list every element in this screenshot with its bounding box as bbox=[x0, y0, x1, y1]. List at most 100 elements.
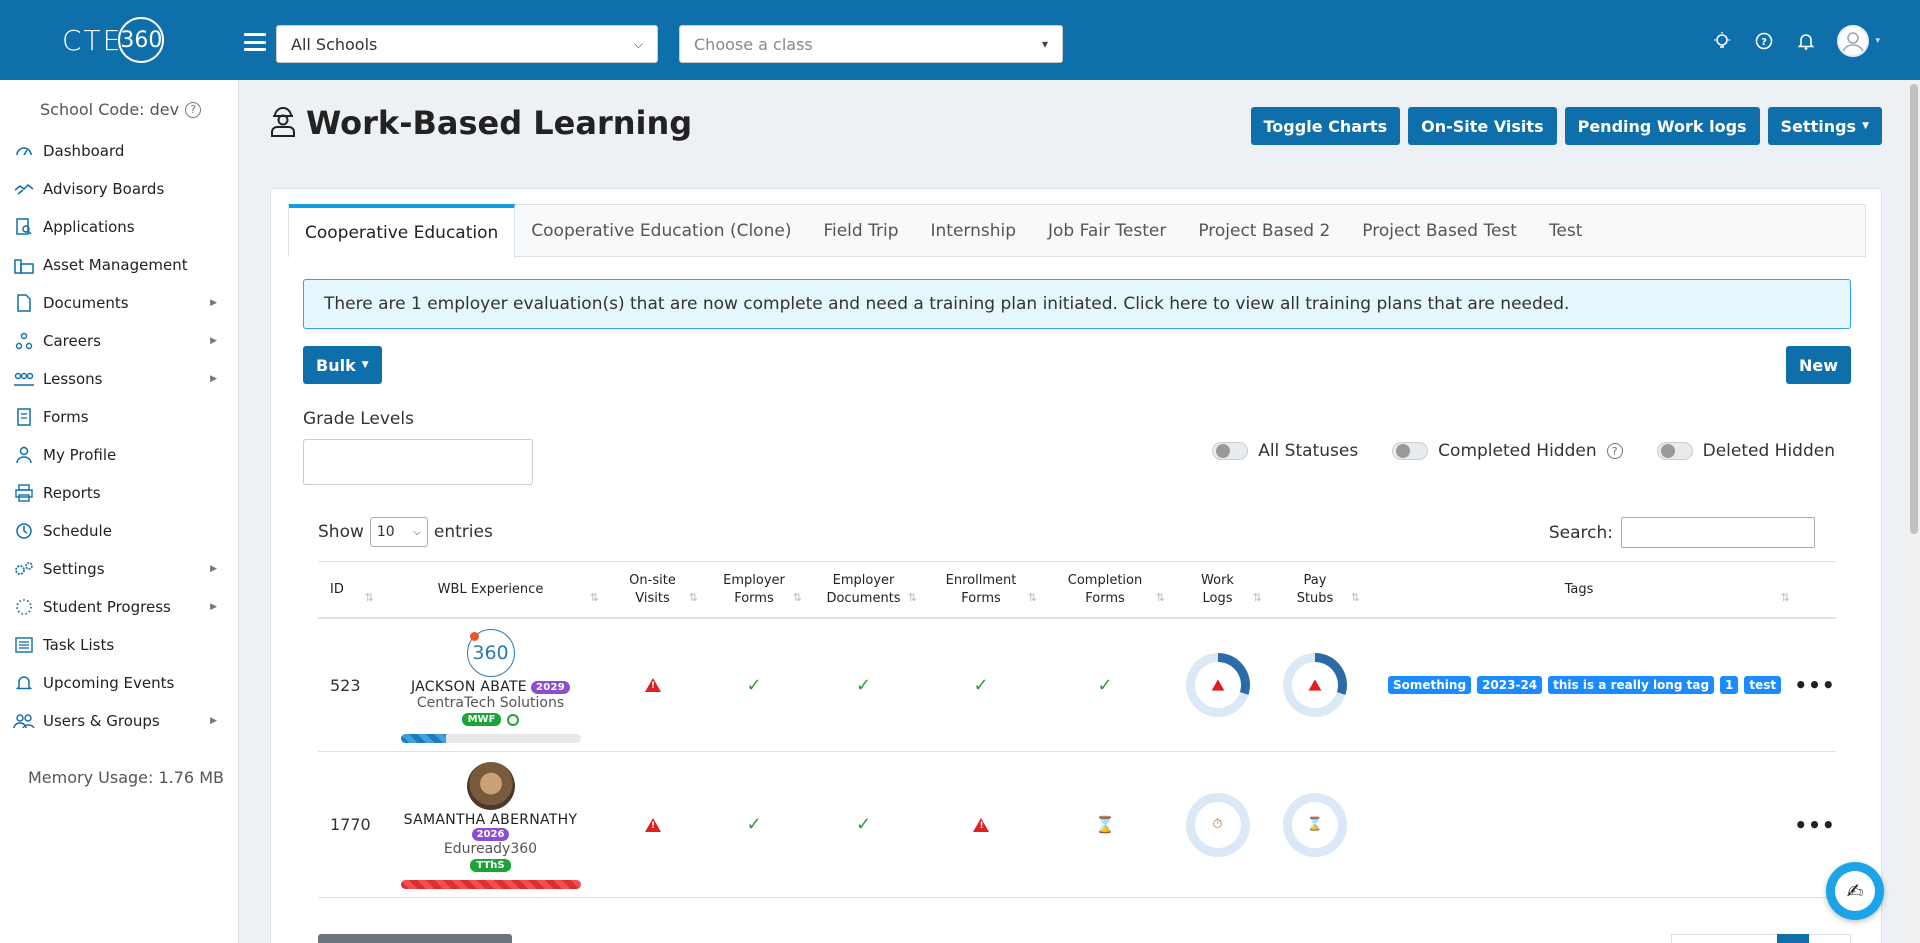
sort-icon: ⇅ bbox=[688, 591, 698, 604]
entries-select[interactable]: 10 ⌵ bbox=[369, 517, 428, 547]
company-name: Eduready360 bbox=[443, 841, 538, 857]
onsite-visits-cell[interactable]: ! bbox=[603, 752, 702, 897]
sidebar-item-lessons[interactable]: Lessons ▶ bbox=[0, 360, 239, 398]
tab-project-based-2[interactable]: Project Based 2 bbox=[1182, 205, 1346, 257]
bulk-dropdown-button[interactable]: Bulk ▼ bbox=[303, 346, 382, 384]
class-select[interactable]: Choose a class ▾ bbox=[679, 25, 1063, 63]
tab-field-trip[interactable]: Field Trip bbox=[807, 205, 914, 257]
sidebar-item-reports[interactable]: Reports bbox=[0, 474, 239, 512]
sidebar-item-settings[interactable]: Settings ▶ bbox=[0, 550, 239, 588]
sidebar-item-student-progress[interactable]: Student Progress ▶ bbox=[0, 588, 239, 626]
grade-levels-input[interactable] bbox=[303, 439, 533, 485]
sidebar-item-advisory-boards[interactable]: Advisory Boards bbox=[0, 170, 239, 208]
pending-work-logs-button[interactable]: Pending Work logs bbox=[1564, 107, 1760, 145]
settings-dropdown-button[interactable]: Settings ▼ bbox=[1767, 107, 1882, 145]
deleted-hidden-toggle[interactable]: Deleted Hidden bbox=[1656, 441, 1835, 461]
sidebar-item-asset-management[interactable]: Asset Management bbox=[0, 246, 239, 284]
sidebar-item-schedule[interactable]: Schedule bbox=[0, 512, 239, 550]
sidebar-item-upcoming-events[interactable]: Upcoming Events bbox=[0, 664, 239, 702]
employer-docs-cell[interactable]: ✓ bbox=[806, 752, 921, 897]
menu-toggle-icon[interactable] bbox=[244, 33, 266, 51]
col-employer-docs[interactable]: Employer Documents ⇅ bbox=[806, 562, 921, 617]
completion-forms-cell[interactable]: ✓ bbox=[1041, 619, 1169, 751]
help-icon[interactable]: ? bbox=[1606, 443, 1623, 459]
sidebar-item-documents[interactable]: Documents ▶ bbox=[0, 284, 239, 322]
lightbulb-icon[interactable] bbox=[1711, 30, 1733, 52]
progress-bar bbox=[400, 880, 581, 889]
toggle-charts-button[interactable]: Toggle Charts bbox=[1250, 107, 1401, 145]
tab-project-based-test[interactable]: Project Based Test bbox=[1346, 205, 1533, 257]
col-onsite[interactable]: On-site Visits ⇅ bbox=[603, 562, 702, 617]
col-work-logs[interactable]: Work Logs ⇅ bbox=[1169, 562, 1266, 617]
employer-forms-cell[interactable]: ✓ bbox=[702, 619, 806, 751]
sidebar-item-careers[interactable]: Careers ▶ bbox=[0, 322, 239, 360]
sidebar-item-dashboard[interactable]: Dashboard bbox=[0, 132, 239, 170]
pagination-active-page[interactable] bbox=[1777, 934, 1809, 943]
tag-badge[interactable]: 2023-24 bbox=[1477, 676, 1543, 694]
completion-forms-cell[interactable]: ⌛ bbox=[1041, 752, 1169, 897]
form-icon bbox=[13, 406, 35, 428]
progress-donut[interactable] bbox=[1185, 653, 1250, 717]
check-icon: ✓ bbox=[973, 674, 989, 696]
chat-support-button[interactable]: ✍ bbox=[1826, 862, 1884, 920]
clock-icon bbox=[13, 520, 35, 542]
enrollment-forms-cell[interactable]: ✓ bbox=[921, 619, 1041, 751]
sort-icon: ⇅ bbox=[907, 591, 917, 604]
tab-cooperative-education-clone[interactable]: Cooperative Education (Clone) bbox=[515, 205, 807, 257]
cte360-logo[interactable]: CTE 360 bbox=[62, 17, 165, 63]
col-completion-forms[interactable]: Completion Forms ⇅ bbox=[1041, 562, 1169, 617]
tag-badge[interactable]: test bbox=[1744, 676, 1782, 694]
onsite-visits-cell[interactable]: ! bbox=[603, 619, 702, 751]
wbl-experience-cell[interactable]: SAMANTHA ABERNATHY 2026 Eduready360 TThS bbox=[378, 752, 603, 897]
help-icon[interactable]: ? bbox=[185, 101, 202, 118]
row-actions-menu[interactable]: ••• bbox=[1794, 619, 1836, 751]
all-statuses-toggle[interactable]: All Statuses bbox=[1212, 441, 1358, 461]
student-name[interactable]: SAMANTHA ABERNATHY bbox=[404, 812, 578, 828]
tab-cooperative-education[interactable]: Cooperative Education bbox=[289, 204, 516, 258]
progress-donut[interactable]: ⌛ bbox=[1283, 792, 1347, 857]
col-tags[interactable]: Tags ⇅ bbox=[1364, 562, 1794, 617]
notification-bell-icon[interactable] bbox=[1795, 30, 1817, 52]
export-buttons[interactable] bbox=[318, 934, 512, 943]
col-enrollment-forms[interactable]: Enrollment Forms ⇅ bbox=[921, 562, 1041, 617]
search-input[interactable] bbox=[1621, 517, 1815, 548]
tab-test[interactable]: Test bbox=[1533, 205, 1598, 257]
toggle-switch[interactable] bbox=[1656, 442, 1693, 460]
progress-donut[interactable]: ⏱ bbox=[1185, 792, 1250, 857]
sidebar-item-task-lists[interactable]: Task Lists bbox=[0, 626, 239, 664]
col-id[interactable]: ID ⇅ bbox=[318, 562, 378, 617]
student-name[interactable]: JACKSON ABATE bbox=[411, 679, 527, 695]
user-menu[interactable]: ▾ bbox=[1837, 25, 1880, 57]
clock-icon bbox=[507, 713, 520, 726]
sidebar-item-my-profile[interactable]: My Profile bbox=[0, 436, 239, 474]
onsite-visits-button[interactable]: On-Site Visits bbox=[1408, 107, 1557, 145]
toggle-switch[interactable] bbox=[1212, 442, 1249, 460]
page-scrollbar[interactable] bbox=[1908, 80, 1920, 943]
tag-badge[interactable]: this is a really long tag bbox=[1548, 676, 1715, 694]
col-pay-stubs[interactable]: Pay Stubs ⇅ bbox=[1266, 562, 1364, 617]
scrollbar-thumb[interactable] bbox=[1910, 84, 1918, 534]
tag-badge[interactable]: Something bbox=[1388, 676, 1472, 694]
table-row[interactable]: 523 360 JACKSON ABATE 2029 CentraTech Soluti… bbox=[318, 619, 1836, 752]
employer-docs-cell[interactable]: ✓ bbox=[806, 619, 921, 751]
new-button[interactable]: New bbox=[1785, 346, 1851, 384]
sidebar-item-forms[interactable]: Forms bbox=[0, 398, 239, 436]
employer-forms-cell[interactable]: ✓ bbox=[702, 752, 806, 897]
tab-internship[interactable]: Internship bbox=[914, 205, 1032, 257]
tab-job-fair-tester[interactable]: Job Fair Tester bbox=[1032, 205, 1182, 257]
progress-donut[interactable] bbox=[1283, 653, 1347, 717]
help-icon[interactable]: ? bbox=[1753, 30, 1775, 52]
enrollment-forms-cell[interactable]: ! bbox=[921, 752, 1041, 897]
tag-badge[interactable]: 1 bbox=[1720, 676, 1739, 694]
school-select[interactable]: All Schools ⌵ bbox=[276, 25, 658, 63]
sidebar-item-users-groups[interactable]: Users & Groups ▶ bbox=[0, 702, 239, 740]
completed-hidden-toggle[interactable]: Completed Hidden ? bbox=[1392, 441, 1623, 461]
toggle-switch[interactable] bbox=[1392, 442, 1429, 460]
training-plan-alert[interactable]: There are 1 employer evaluation(s) that … bbox=[303, 279, 1851, 329]
col-employer-forms[interactable]: Employer Forms ⇅ bbox=[702, 562, 806, 617]
wbl-experience-cell[interactable]: 360 JACKSON ABATE 2029 CentraTech Solutions… bbox=[378, 619, 603, 751]
user-avatar-icon bbox=[1837, 25, 1870, 57]
sidebar-item-applications[interactable]: Applications bbox=[0, 208, 239, 246]
table-row[interactable]: 1770 SAMANTHA ABERNATHY 2026 Eduready360 TTh… bbox=[318, 752, 1836, 898]
col-wbl[interactable]: WBL Experience ⇅ bbox=[378, 562, 603, 617]
